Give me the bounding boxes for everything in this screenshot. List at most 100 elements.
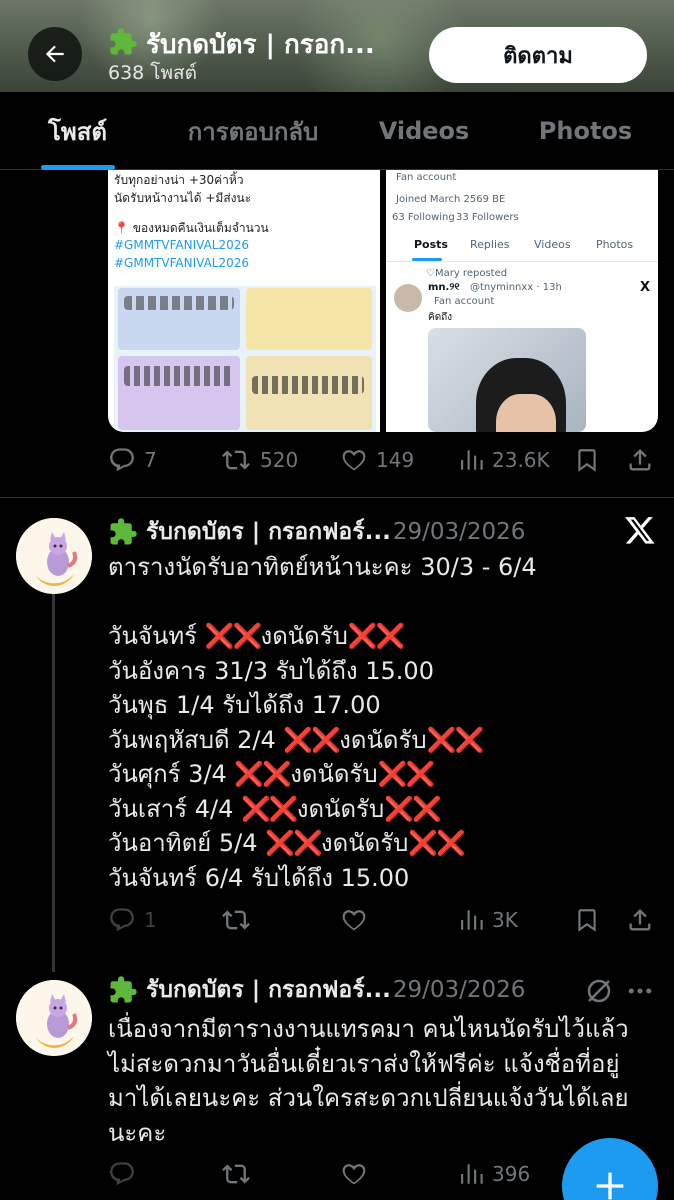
media1-hashtag-2: #GMMTVFANIVAL2026	[114, 256, 249, 270]
like-count: 149	[376, 448, 415, 472]
post2-line-text: วันเสาร์ 4/4	[108, 794, 241, 823]
reply-button[interactable]: 7	[108, 440, 157, 480]
post2-line-text: งดนัดรับ	[339, 725, 427, 754]
post3-line: นะคะ	[108, 1118, 167, 1147]
bookmark-button[interactable]	[574, 440, 600, 480]
post2-line-text: วันพฤหัสบดี 2/4	[108, 725, 284, 754]
post3-avatar[interactable]	[16, 980, 92, 1056]
product-thumbs	[252, 376, 364, 394]
tab-replies[interactable]: การตอบกลับ	[155, 92, 351, 170]
media2-name: mn.୨୧	[428, 282, 460, 293]
post1-image-2[interactable]: Fan account Joined March 2569 BE 63 Foll…	[386, 170, 658, 432]
post3-line: ไม่สะดวกมาวันอื่นเดี๋ยวเราส่งให้ฟรีค่ะ แ…	[108, 1049, 620, 1078]
repost-button[interactable]: 520	[220, 440, 298, 480]
post3-date[interactable]: 29/03/2026	[393, 977, 526, 1003]
post3-line: มาได้เลยนะคะ ส่วนใครสะดวกเปลี่ยนแจ้งวันไ…	[108, 1084, 629, 1112]
puzzle-icon	[110, 518, 137, 545]
cat-moon-avatar-icon	[16, 518, 92, 594]
red-x-emoji: ❌❌	[426, 725, 485, 754]
reply-button[interactable]	[108, 1154, 136, 1194]
views-icon	[461, 910, 483, 930]
post2-line: วันพุธ 1/4 รับได้ถึง 17.00	[108, 691, 381, 719]
media1-line-2: นัดรับหน้างานได้ +มีส่งนะ	[114, 191, 252, 205]
red-x-emoji: ❌❌	[384, 794, 442, 823]
post2-line: วันจันทร์ 6/4 รับได้ถึง 15.00	[108, 863, 410, 892]
repost-button[interactable]	[220, 900, 252, 940]
post2-body: ตารางนัดรับอาทิตย์หน้านะคะ 30/3 - 6/4 วัน…	[108, 550, 648, 895]
reply-icon	[110, 1162, 134, 1186]
share-icon	[629, 449, 651, 471]
tab-photos[interactable]: Photos	[497, 92, 674, 170]
post1-actions: 7 520 149 23.6K	[108, 440, 658, 480]
media2-tab-posts: Posts	[414, 238, 448, 251]
views-button[interactable]: 3K	[458, 900, 518, 940]
follow-button[interactable]: ติดตาม	[429, 27, 647, 83]
back-button[interactable]	[28, 27, 82, 81]
post3-author-name[interactable]: รับกดบัตร | กรอกฟอร์...	[146, 972, 391, 1008]
media1-product-grid	[114, 286, 376, 432]
media2-handle: @tnyminnxx · 13h	[470, 282, 562, 293]
views-button[interactable]: 396	[458, 1154, 530, 1194]
tab-posts[interactable]: โพสต์	[0, 92, 155, 170]
x-logo-icon	[624, 514, 656, 550]
repost-icon	[222, 910, 250, 930]
views-icon	[461, 1164, 483, 1184]
share-button[interactable]	[626, 900, 654, 940]
tab-videos[interactable]: Videos	[351, 92, 497, 170]
media2-fan-account-2: Fan account	[434, 296, 495, 307]
red-x-emoji: ❌❌	[408, 829, 466, 857]
share-button[interactable]	[626, 440, 654, 480]
post2-author-name[interactable]: รับกดบัตร | กรอกฟอร์...	[146, 514, 391, 550]
post2-line: วันอังคาร 31/3 รับได้ถึง 15.00	[108, 656, 434, 685]
media2-text: คิดถึง	[428, 312, 453, 323]
reply-icon	[110, 448, 134, 472]
red-x-emoji: ❌❌	[283, 725, 341, 754]
photo-face	[496, 394, 556, 432]
post1-media: รับทุกอย่างน่า +30ค่าหิ้ว นัดรับหน้างานไ…	[108, 170, 658, 432]
reply-button[interactable]: 1	[108, 900, 157, 940]
like-button[interactable]	[340, 900, 368, 940]
red-x-emoji: ❌❌	[240, 794, 299, 823]
like-button[interactable]: 149	[340, 440, 414, 480]
red-x-emoji: ❌❌	[347, 622, 406, 650]
heart-icon	[342, 450, 366, 471]
post2-line-text: งดนัดรับ	[290, 760, 378, 788]
product-thumbs	[124, 296, 234, 310]
product-thumbs	[124, 366, 234, 386]
back-arrow-icon	[45, 45, 64, 63]
media2-following: 63 Following	[392, 212, 455, 223]
tab-posts-label: โพสต์	[48, 117, 107, 146]
tab-replies-label: การตอบกลับ	[187, 117, 319, 146]
post3-header: รับกดบัตร | กรอกฟอร์... 29/03/2026	[108, 972, 525, 1008]
views-button[interactable]: 23.6K	[458, 440, 550, 480]
product-panel	[246, 288, 372, 350]
post2-date[interactable]: 29/03/2026	[393, 519, 526, 545]
red-x-emoji: ❌❌	[377, 760, 436, 788]
media2-followers: 33 Followers	[456, 212, 519, 223]
bookmark-icon	[578, 909, 596, 932]
bookmark-button[interactable]	[574, 900, 600, 940]
media2-reposted: ♡Mary reposted	[426, 268, 508, 279]
tab-active-indicator	[40, 165, 115, 170]
media2-joined: Joined March 2569 BE	[396, 194, 506, 205]
media2-tab-photos: Photos	[596, 238, 634, 251]
mute-icon[interactable]	[584, 976, 614, 1010]
media1-line-1: รับทุกอย่างน่า +30ค่าหิ้ว	[114, 173, 244, 187]
post2-avatar[interactable]	[16, 518, 92, 594]
repost-button[interactable]	[220, 1154, 252, 1194]
media1-line-3: 📍 ของหมดคืนเงินเต็มจำนวน	[114, 221, 269, 235]
media1-hashtag-1: #GMMTVFANIVAL2026	[114, 238, 249, 252]
post2-line: วันศุกร์ 3/4 ❌❌งดนัดรับ❌❌	[108, 757, 648, 792]
post3-line: เนื่องจากมีตารางงานแทรคมา คนไหนนัดรับไว้…	[108, 1015, 629, 1043]
more-options-icon[interactable]	[624, 976, 656, 1010]
red-x-emoji: ❌❌	[234, 760, 292, 788]
post2-line-text: วันอาทิตย์ 5/4	[108, 829, 266, 857]
media2-tab-replies: Replies	[470, 238, 510, 251]
post1-image-1[interactable]: รับทุกอย่างน่า +30ค่าหิ้ว นัดรับหน้างานไ…	[108, 170, 380, 432]
profile-header: รับกดบัตร | กรอก... 638 โพสต์ ติดตาม	[0, 0, 674, 92]
post-divider	[0, 497, 674, 498]
post2-actions: 1 3K	[108, 900, 658, 940]
repost-icon	[222, 450, 250, 470]
like-button[interactable]	[340, 1154, 368, 1194]
reply-count: 7	[144, 448, 157, 472]
